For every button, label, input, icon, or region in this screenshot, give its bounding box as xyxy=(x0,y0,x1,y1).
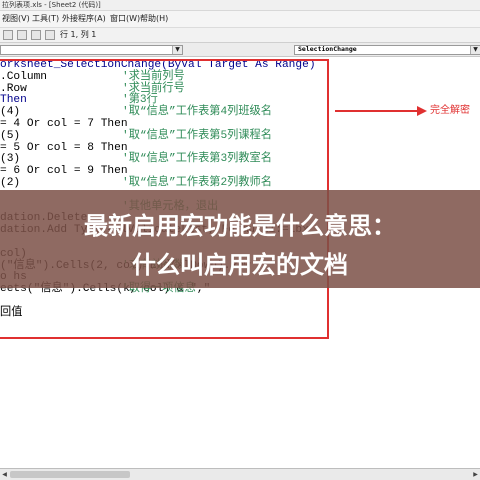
procedure-dropdown-value: SelectionChange xyxy=(298,45,357,53)
scroll-right-icon[interactable]: ▶ xyxy=(471,470,480,479)
help-icon[interactable] xyxy=(45,30,55,40)
comment-block-icon[interactable] xyxy=(3,30,13,40)
uncomment-block-icon[interactable] xyxy=(17,30,27,40)
menu-tools[interactable]: 工具(T) xyxy=(32,11,59,27)
menu-addins[interactable]: 外接程序(A) xyxy=(62,11,106,27)
menu-view[interactable]: 视图(V) xyxy=(2,11,30,27)
menu-help[interactable]: 帮助(H) xyxy=(140,11,168,27)
cursor-position: 行 1, 列 1 xyxy=(60,30,97,39)
scroll-left-icon[interactable]: ◀ xyxy=(0,470,9,479)
toolbar: 行 1, 列 1 xyxy=(0,27,480,43)
arrow-right-icon xyxy=(417,106,427,116)
toggle-breakpoint-icon[interactable] xyxy=(31,30,41,40)
arrow-line xyxy=(335,110,420,112)
banner-title: 最新启用宏功能是什么意思： xyxy=(84,212,396,240)
menu-window[interactable]: 窗口(W) xyxy=(110,11,140,27)
banner-subtitle: 什么叫启用宏的文档 xyxy=(132,251,348,279)
menu-bar: 视图(V) 工具(T) 外接程序(A) 窗口(W) 帮助(H) xyxy=(0,11,480,27)
chevron-down-icon[interactable]: ▼ xyxy=(172,46,182,54)
horizontal-scrollbar[interactable]: ◀ ▶ xyxy=(0,468,480,480)
annotation-label: 完全解密 xyxy=(430,105,470,116)
title-banner: 最新启用宏功能是什么意思： 什么叫启用宏的文档 xyxy=(0,190,480,288)
scroll-thumb[interactable] xyxy=(10,471,130,478)
window-title: 拉列表项.xls - [Sheet2 (代码)] xyxy=(2,1,101,9)
chevron-down-icon[interactable]: ▼ xyxy=(470,46,480,54)
object-dropdown[interactable]: ▼ xyxy=(0,45,183,55)
code-combos: ▼ SelectionChange ▼ xyxy=(0,43,480,57)
procedure-dropdown[interactable]: SelectionChange ▼ xyxy=(294,45,480,55)
window-title-bar: 拉列表项.xls - [Sheet2 (代码)] xyxy=(0,0,480,11)
